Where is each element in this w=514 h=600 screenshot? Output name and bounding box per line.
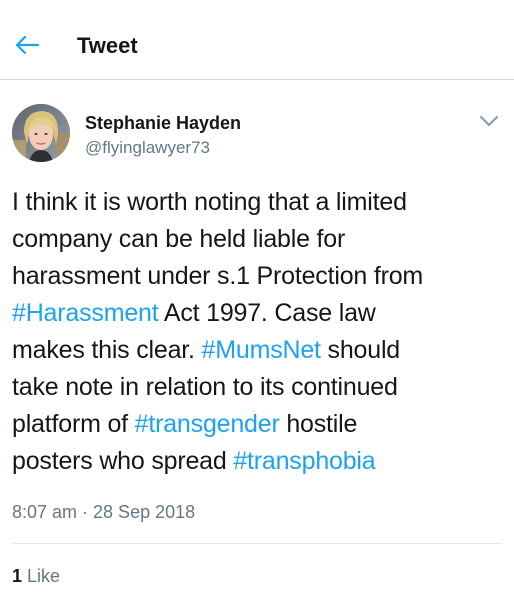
hashtag-link[interactable]: #MumsNet bbox=[202, 336, 321, 364]
like-count: 1 bbox=[12, 566, 23, 586]
likes-stat[interactable]: 1 Like bbox=[12, 564, 60, 588]
back-button[interactable] bbox=[10, 30, 44, 64]
hashtag-link[interactable]: #transgender bbox=[135, 410, 280, 438]
author-display-name[interactable]: Stephanie Hayden bbox=[85, 112, 241, 134]
tweet-line: I think it is worth noting that a limite… bbox=[12, 184, 504, 221]
tweet-text-segment: platform of bbox=[12, 410, 135, 438]
tweet-text-segment: makes this clear. bbox=[12, 336, 202, 364]
tweet-line: harassment under s.1 Protection from bbox=[12, 258, 504, 295]
author-handle[interactable]: @flyinglawyer73 bbox=[85, 137, 210, 159]
tweet-line: company can be held liable for bbox=[12, 221, 504, 258]
divider bbox=[12, 543, 502, 544]
tweet-line: makes this clear. #MumsNet should bbox=[12, 332, 504, 369]
tweet-line: platform of #transgender hostile bbox=[12, 406, 504, 443]
arrow-left-icon bbox=[14, 34, 40, 61]
tweet-text-segment: company can be held liable for bbox=[12, 225, 346, 253]
hashtag-link[interactable]: #Harassment bbox=[12, 299, 159, 327]
tweet-text: I think it is worth noting that a limite… bbox=[12, 184, 504, 480]
tweet-text-segment: should bbox=[320, 336, 401, 364]
tweet-text-segment: I think it is worth noting that a limite… bbox=[12, 188, 407, 216]
avatar-image bbox=[12, 104, 70, 162]
tweet-text-segment: posters who spread bbox=[12, 447, 234, 475]
tweet-author: Stephanie Hayden @flyinglawyer73 bbox=[0, 100, 514, 170]
tweet-text-segment: Act 1997. Case law bbox=[158, 299, 376, 327]
chevron-down-icon bbox=[479, 114, 499, 132]
top-bar: Tweet bbox=[0, 0, 514, 80]
like-label: Like bbox=[22, 566, 61, 586]
tweet-line: #Harassment Act 1997. Case law bbox=[12, 295, 504, 332]
tweet-line: posters who spread #transphobia bbox=[12, 443, 504, 480]
page-title: Tweet bbox=[77, 33, 138, 58]
tweet-line: take note in relation to its continued bbox=[12, 369, 504, 406]
tweet-text-segment: harassment under s.1 Protection from bbox=[12, 262, 424, 290]
avatar[interactable] bbox=[12, 104, 70, 162]
tweet-text-segment: hostile bbox=[279, 410, 358, 438]
tweet-menu-button[interactable] bbox=[476, 112, 502, 134]
hashtag-link[interactable]: #transphobia bbox=[233, 447, 375, 475]
tweet-timestamp[interactable]: 8:07 am · 28 Sep 2018 bbox=[12, 500, 195, 524]
tweet-text-segment: take note in relation to its continued bbox=[12, 373, 398, 401]
